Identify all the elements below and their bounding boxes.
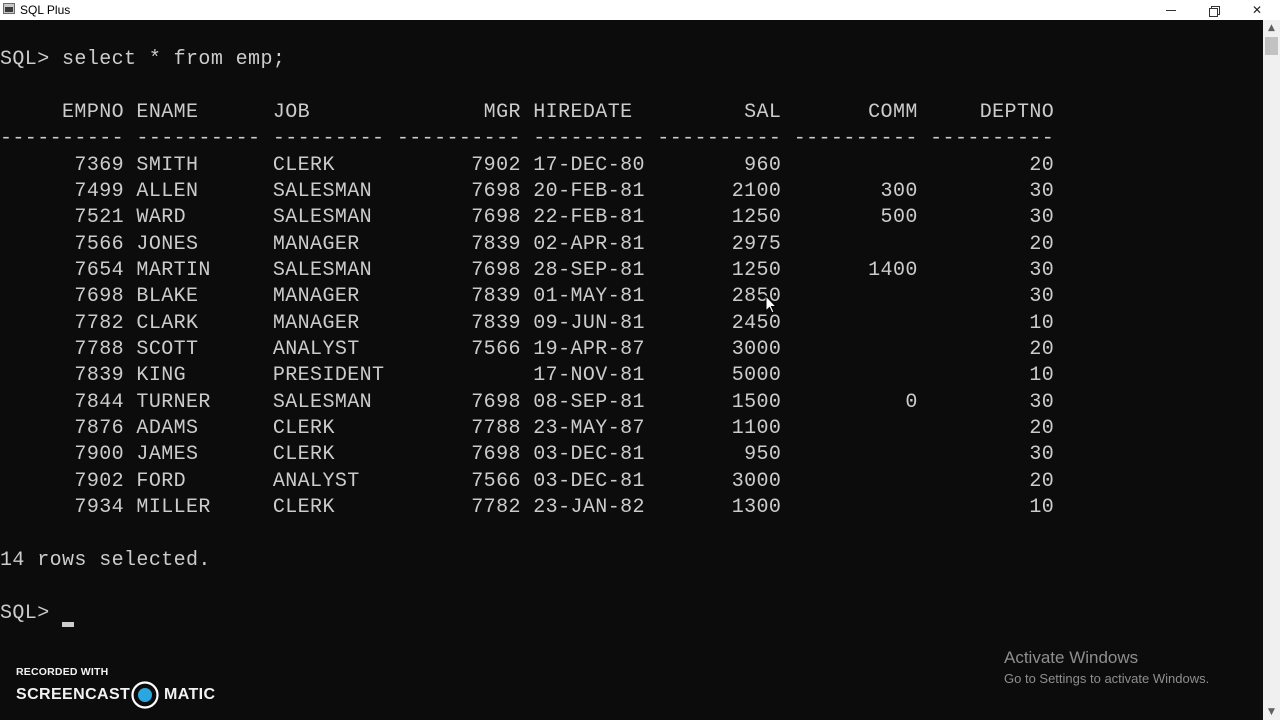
console-line-prompt[interactable]: SQL> bbox=[0, 601, 62, 627]
brand-text-matic: MATIC bbox=[164, 686, 216, 703]
table-row: 7566 JONES MANAGER 7839 02-APR-81 2975 2… bbox=[0, 233, 1055, 256]
table-row: 7839 KING PRESIDENT 17-NOV-81 5000 10 bbox=[0, 364, 1055, 387]
text-cursor bbox=[62, 622, 74, 627]
brand-text-screencast: SCREENCAST bbox=[16, 686, 131, 703]
column-header-row: EMPNO ENAME JOB MGR HIREDATE SAL COMM DE… bbox=[0, 101, 1055, 124]
mouse-pointer-icon bbox=[765, 295, 778, 314]
table-row: 7934 MILLER CLERK 7782 23-JAN-82 1300 10 bbox=[0, 496, 1055, 519]
close-button[interactable]: ✕ bbox=[1236, 0, 1278, 20]
close-icon: ✕ bbox=[1251, 3, 1263, 17]
column-separator-row: ---------- ---------- --------- --------… bbox=[0, 127, 1055, 150]
recorded-with-label: RECORDED WITH bbox=[16, 666, 109, 678]
table-row: 7788 SCOTT ANALYST 7566 19-APR-87 3000 2… bbox=[0, 338, 1055, 361]
screencast-o-icon bbox=[131, 681, 159, 709]
table-row: 7654 MARTIN SALESMAN 7698 28-SEP-81 1250… bbox=[0, 259, 1055, 282]
table-row: 7844 TURNER SALESMAN 7698 08-SEP-81 1500… bbox=[0, 391, 1055, 414]
table-row: 7876 ADAMS CLERK 7788 23-MAY-87 1100 20 bbox=[0, 417, 1055, 440]
restore-icon bbox=[1209, 5, 1220, 17]
minimize-button[interactable] bbox=[1150, 0, 1192, 20]
scroll-down-icon[interactable]: ▼ bbox=[1263, 704, 1280, 720]
sqlplus-app-icon[interactable] bbox=[3, 3, 15, 14]
table-row: 7521 WARD SALESMAN 7698 22-FEB-81 1250 5… bbox=[0, 206, 1055, 229]
title-bar[interactable]: SQL Plus ✕ bbox=[0, 0, 1280, 20]
sqlplus-window: SQL Plus ✕ SQL> select * from emp; EMPNO… bbox=[0, 0, 1280, 720]
table-row: 7902 FORD ANALYST 7566 03-DEC-81 3000 20 bbox=[0, 470, 1055, 493]
console-area[interactable]: SQL> select * from emp; EMPNO ENAME JOB … bbox=[0, 20, 1263, 720]
activate-windows-subtitle: Go to Settings to activate Windows. bbox=[1004, 671, 1210, 686]
minimize-icon bbox=[1166, 10, 1176, 11]
activate-windows-title: Activate Windows bbox=[1004, 648, 1139, 667]
vertical-scrollbar[interactable]: ▲ ▼ bbox=[1263, 20, 1280, 720]
console-line-prompt-query: SQL> select * from emp; bbox=[0, 48, 286, 71]
screencast-o-matic-logo: RECORDED WITH SCREENCAST MATIC bbox=[16, 666, 215, 709]
table-row: 7698 BLAKE MANAGER 7839 01-MAY-81 2850 3… bbox=[0, 285, 1055, 308]
window-title: SQL Plus bbox=[20, 3, 71, 17]
screencast-brand: SCREENCAST MATIC bbox=[16, 681, 215, 709]
table-row: 7900 JAMES CLERK 7698 03-DEC-81 950 30 bbox=[0, 443, 1055, 466]
scroll-up-icon[interactable]: ▲ bbox=[1263, 20, 1280, 36]
scrollbar-thumb[interactable] bbox=[1265, 37, 1278, 55]
table-row: 7782 CLARK MANAGER 7839 09-JUN-81 2450 1… bbox=[0, 312, 1055, 335]
table-row: 7499 ALLEN SALESMAN 7698 20-FEB-81 2100 … bbox=[0, 180, 1055, 203]
table-row: 7369 SMITH CLERK 7902 17-DEC-80 960 20 bbox=[0, 154, 1055, 177]
rows-selected-message: 14 rows selected. bbox=[0, 549, 211, 572]
activate-windows-watermark: Activate Windows Go to Settings to activ… bbox=[1004, 648, 1209, 688]
restore-button[interactable] bbox=[1193, 0, 1235, 20]
